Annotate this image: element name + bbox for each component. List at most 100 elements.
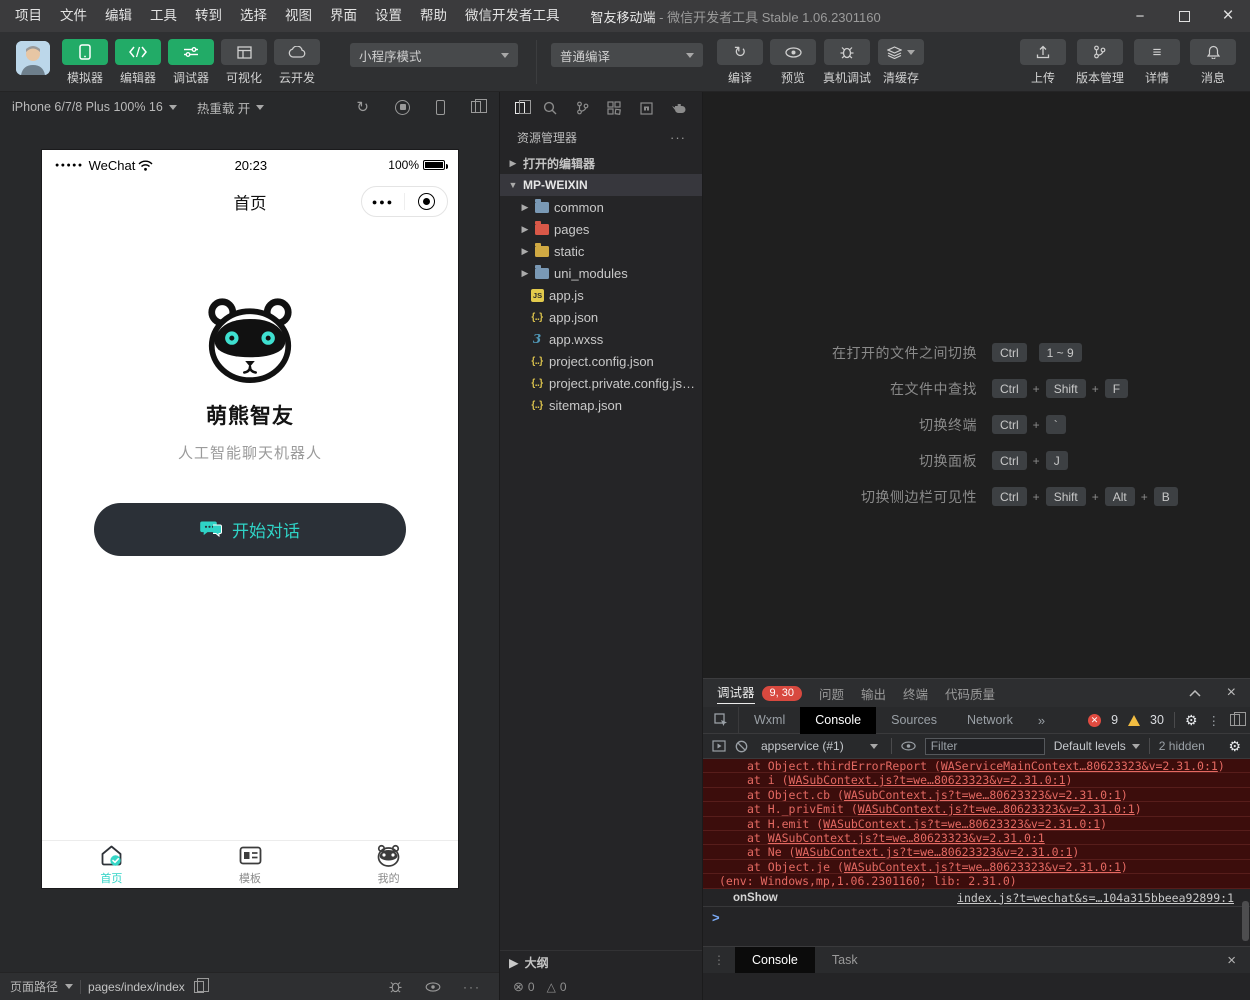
source-link[interactable]: WASubContext.js?t=we…80623323&v=2.31.0:1 [789,773,1066,787]
editor-toggle[interactable]: 编辑器 [115,39,161,86]
console-settings-gear-icon[interactable]: ⚙ [1228,738,1241,755]
menu-help[interactable]: 帮助 [411,0,456,32]
tab-debugger[interactable]: 调试器 9, 30 [717,682,802,704]
source-link[interactable]: WASubContext.js?t=we…80623323&v=2.31.0:1 [795,845,1072,859]
upload-button[interactable]: 上传 [1020,39,1066,86]
tab-sources[interactable]: Sources [876,707,952,734]
drawer-tab-task[interactable]: Task [815,947,875,974]
tree-item-file[interactable]: JS app.js [500,284,702,306]
bug-icon[interactable] [388,980,403,993]
phone-frame-icon[interactable] [436,100,445,115]
maximize-button[interactable] [1162,0,1206,32]
user-avatar[interactable] [16,41,50,75]
tree-item-file[interactable]: {..} sitemap.json [500,394,702,416]
menu-interface[interactable]: 界面 [321,0,366,32]
multi-window-icon[interactable] [471,101,481,113]
version-control-button[interactable]: 版本管理 [1076,39,1124,86]
source-link[interactable]: WAServiceMainContext…80623323&v=2.31.0:1 [941,759,1218,773]
menu-tools[interactable]: 工具 [141,0,186,32]
source-control-icon[interactable] [576,101,589,115]
eye-icon[interactable] [425,982,441,992]
source-link[interactable]: WASubContext.js?t=we…80623323&v=2.31.0:1 [768,831,1045,845]
tree-item-file[interactable]: 3 app.wxss [500,328,702,350]
menu-edit[interactable]: 编辑 [96,0,141,32]
debugger-toggle[interactable]: 调试器 [168,39,214,86]
tab-output[interactable]: 输出 [861,684,886,703]
clear-console-icon[interactable] [735,740,748,753]
menu-goto[interactable]: 转到 [186,0,231,32]
drawer-tab-console[interactable]: Console [735,947,815,974]
drawer-handle-icon[interactable]: ⋮ [703,953,735,967]
details-button[interactable]: ≡ 详情 [1134,39,1180,86]
scrollbar-thumb[interactable] [1242,901,1249,941]
tab-mine[interactable]: 我的 [319,841,458,888]
open-editors-section[interactable]: ▶ 打开的编辑器 [500,152,702,174]
page-path-label[interactable]: 页面路径 [10,978,58,995]
more-dots-icon[interactable]: ··· [670,130,686,145]
tree-item-file[interactable]: {..} project.config.json [500,350,702,372]
compile-button[interactable]: ↻ 编译 [717,39,763,86]
source-link[interactable]: WASubContext.js?t=we…80623323&v=2.31.0:1 [858,802,1135,816]
tab-network[interactable]: Network [952,707,1028,734]
more-dots-icon[interactable]: ●●● [362,197,404,207]
close-button[interactable]: × [1206,0,1250,32]
menu-view[interactable]: 视图 [276,0,321,32]
outline-section[interactable]: ▶ 大纲 [500,950,702,974]
cloud-dev-toggle[interactable]: 云开发 [274,39,320,86]
restart-icon[interactable]: ↻ [356,100,369,115]
minimize-button[interactable]: − [1118,0,1162,32]
mode-select[interactable]: 小程序模式 [350,43,518,67]
source-link[interactable]: WASubContext.js?t=we…80623323&v=2.31.0:1 [844,788,1121,802]
gear-icon[interactable]: ⚙ [1185,712,1198,729]
tree-item-folder[interactable]: ▶ common [500,196,702,218]
tree-item-folder[interactable]: ▶ static [500,240,702,262]
inspect-element-icon[interactable] [703,707,739,734]
jump-to-source-icon[interactable] [712,740,726,752]
start-chat-button[interactable]: 开始对话 [94,503,406,556]
record-icon[interactable] [395,100,410,115]
more-tabs-icon[interactable]: » [1028,713,1055,728]
tab-home[interactable]: 首页 [42,841,181,888]
simulator-toggle[interactable]: 模拟器 [62,39,108,86]
source-link[interactable]: index.js?t=wechat&s=…104a315bbeea92899:1 [957,891,1234,905]
compile-mode-select[interactable]: 普通编译 [551,43,703,67]
source-link[interactable]: WASubContext.js?t=we…80623323&v=2.31.0:1 [823,817,1100,831]
search-icon[interactable] [543,101,557,115]
menu-settings[interactable]: 设置 [366,0,411,32]
teapot-icon[interactable] [671,102,687,114]
more-dots-icon[interactable]: ··· [463,980,481,994]
project-root-item[interactable]: ▼ MP-WEIXIN [500,174,702,196]
tree-item-file[interactable]: {..} app.json [500,306,702,328]
source-link[interactable]: WASubContext.js?t=we…80623323&v=2.31.0:1 [844,860,1121,874]
hot-reload-select[interactable]: 热重载 开 [197,98,264,117]
preview-button[interactable]: 预览 [770,39,816,86]
copy-path-icon[interactable] [194,981,204,993]
close-drawer-icon[interactable]: × [1227,952,1250,969]
close-miniprogram-button[interactable] [405,193,447,210]
live-expression-eye-icon[interactable] [901,741,916,751]
menu-file[interactable]: 文件 [51,0,96,32]
menu-project[interactable]: 项目 [6,0,51,32]
kebab-menu-icon[interactable]: ⋮ [1208,713,1221,728]
tab-terminal[interactable]: 终端 [903,684,928,703]
tab-code-quality[interactable]: 代码质量 [945,684,995,703]
extensions-icon[interactable] [607,101,621,115]
tree-item-folder[interactable]: ▶ pages [500,218,702,240]
close-panel-icon[interactable]: × [1227,684,1236,702]
tab-template[interactable]: 模板 [181,841,320,888]
context-select[interactable]: appservice (#1) [757,739,882,753]
log-levels-select[interactable]: Default levels [1054,739,1140,753]
menu-select[interactable]: 选择 [231,0,276,32]
undock-icon[interactable] [1230,714,1240,726]
tree-item-folder[interactable]: ▶ uni_modules [500,262,702,284]
menu-wechat-devtools[interactable]: 微信开发者工具 [456,0,569,32]
visualization-toggle[interactable]: 可视化 [221,39,267,86]
tab-problems[interactable]: 问题 [819,684,844,703]
console-filter-input[interactable] [925,738,1045,755]
remote-debug-button[interactable]: 真机调试 [823,39,871,86]
npm-box-icon[interactable] [640,102,653,115]
tab-wxml[interactable]: Wxml [739,707,800,734]
tab-console[interactable]: Console [800,707,876,734]
console-prompt[interactable]: > [703,907,1250,927]
files-icon[interactable] [515,102,525,114]
